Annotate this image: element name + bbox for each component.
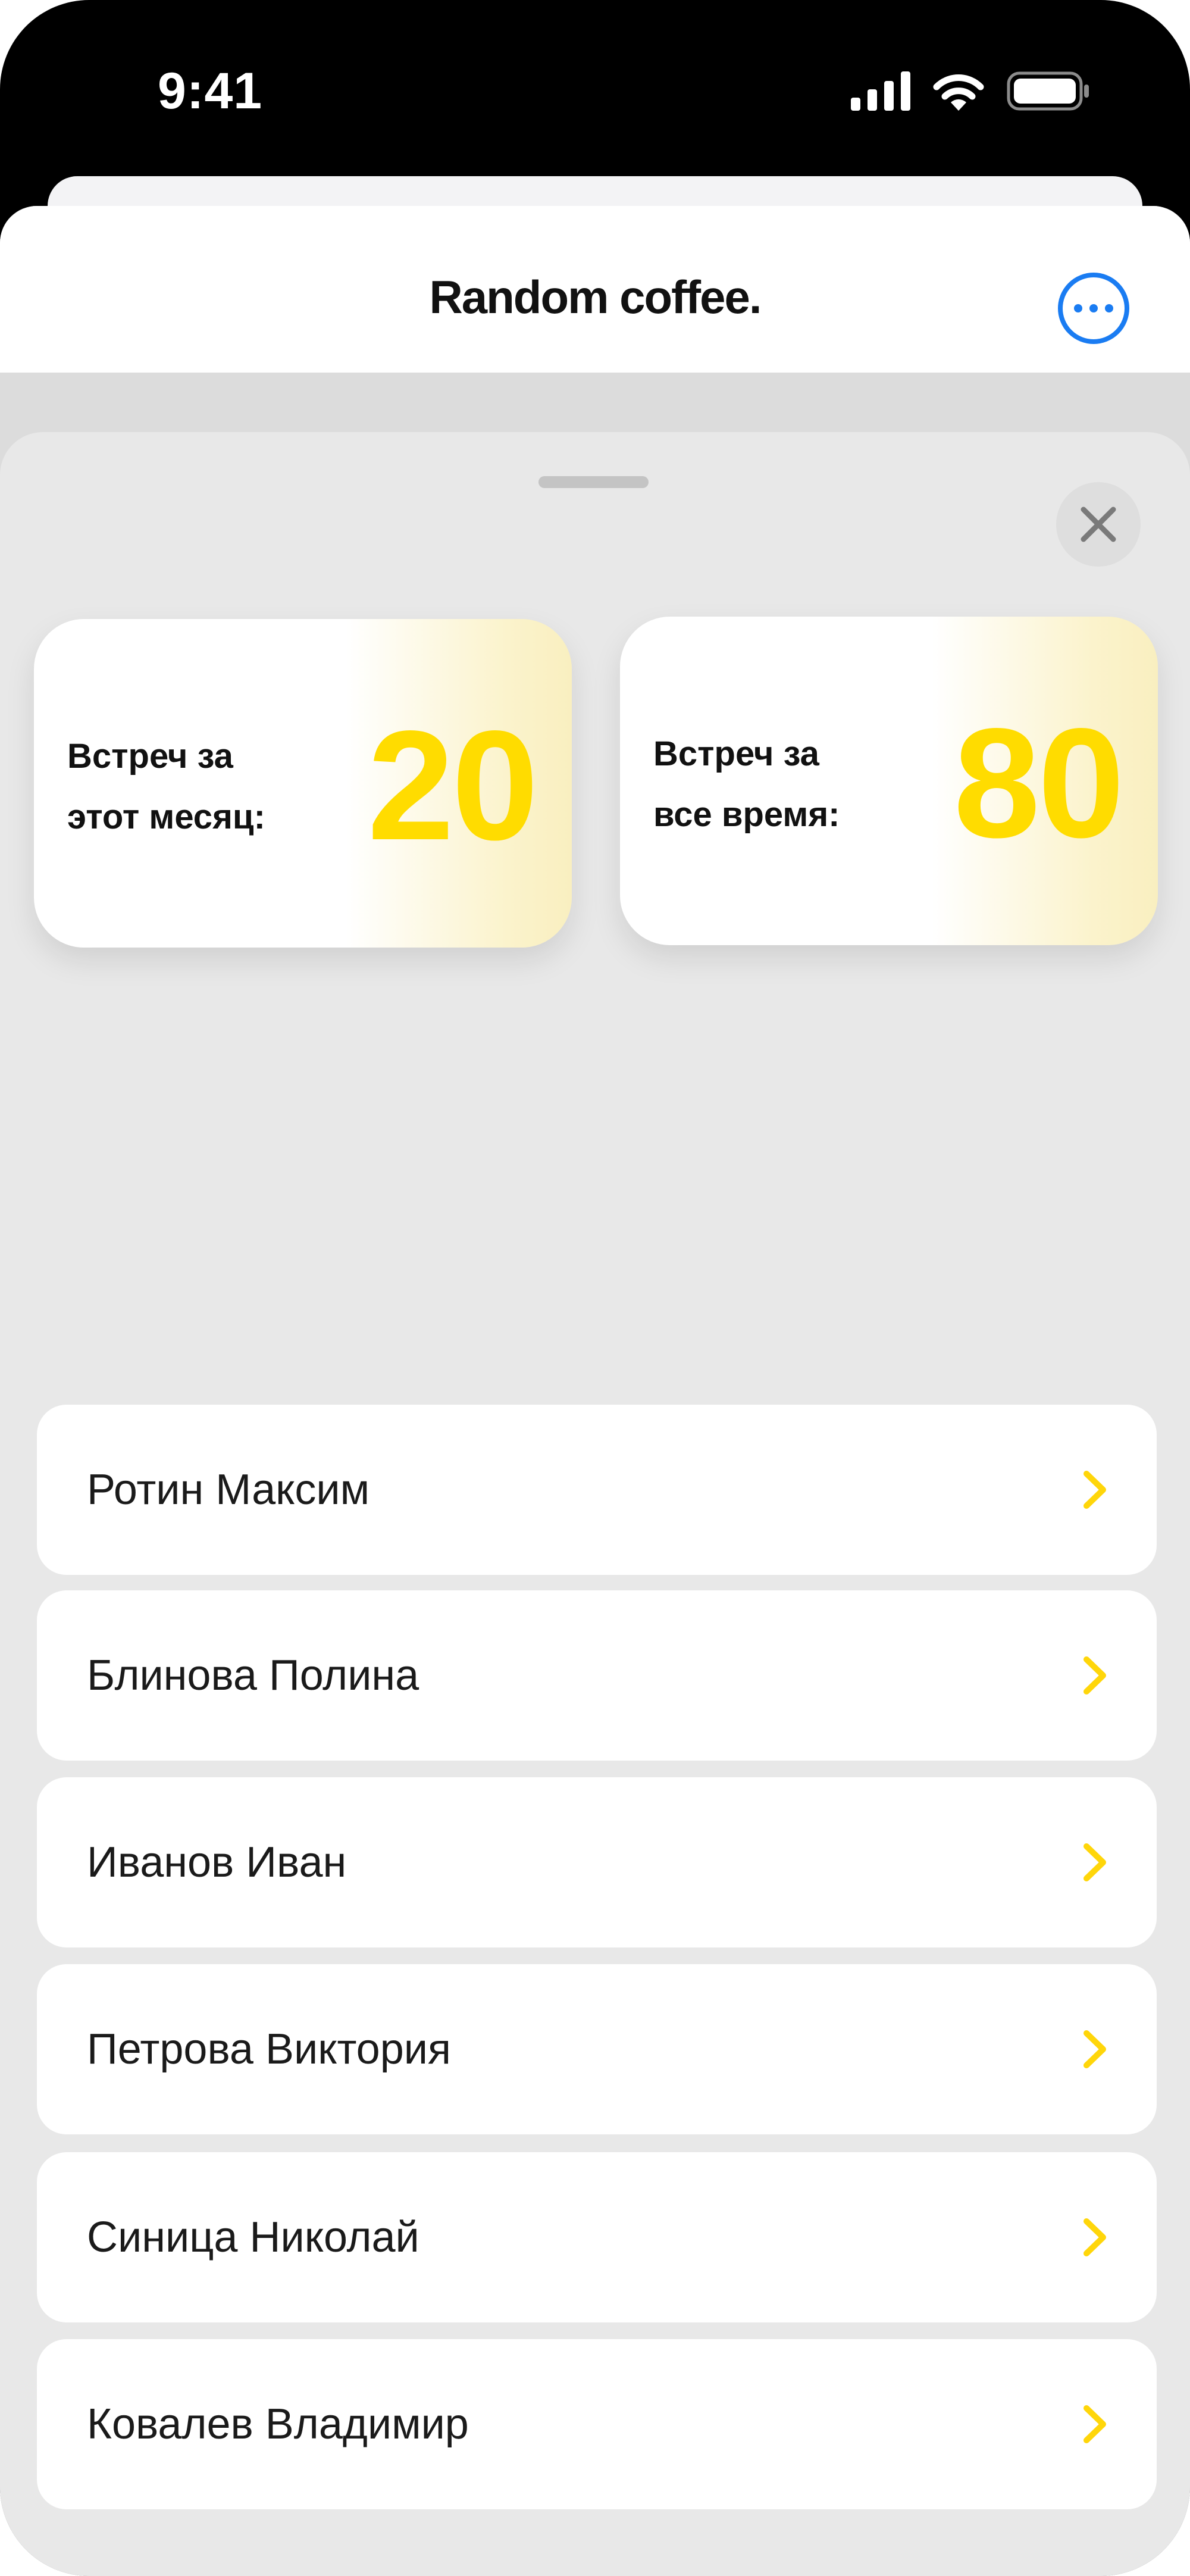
list-item[interactable]: Ротин Максим bbox=[37, 1405, 1157, 1575]
ellipsis-dot bbox=[1089, 304, 1098, 312]
person-name: Ковалев Владимир bbox=[87, 2400, 469, 2448]
cellular-signal-icon bbox=[851, 71, 910, 111]
page-title: Random coffee. bbox=[429, 271, 762, 323]
stat-card-month: Встреч за этот месяц: 20 bbox=[34, 619, 572, 948]
person-name: Петрова Виктория bbox=[87, 2025, 451, 2073]
battery-icon bbox=[1007, 71, 1089, 111]
main-sheet: Random coffee. Встреч за этот месяц: 20 bbox=[0, 206, 1190, 2576]
phone-screen: 9:41 Random coffee. Встреч за этот месяц… bbox=[0, 0, 1190, 2576]
navigation-bar: Random coffee. bbox=[0, 206, 1190, 373]
status-icons bbox=[851, 70, 1090, 112]
chevron-right-icon bbox=[1083, 1843, 1106, 1881]
stat-label-line: этот месяц: bbox=[67, 798, 265, 836]
status-time: 9:41 bbox=[158, 62, 263, 120]
stat-value: 80 bbox=[953, 696, 1125, 870]
chevron-right-icon bbox=[1083, 2218, 1106, 2256]
close-x-icon bbox=[1081, 507, 1116, 542]
chevron-right-icon bbox=[1083, 1471, 1106, 1509]
wifi-icon bbox=[933, 74, 984, 111]
more-button[interactable] bbox=[1058, 273, 1129, 344]
ellipsis-dot bbox=[1105, 304, 1113, 312]
stat-label: Встреч за этот месяц: bbox=[67, 726, 317, 848]
list-item[interactable]: Ковалев Владимир bbox=[37, 2339, 1157, 2509]
person-name: Ротин Максим bbox=[87, 1466, 370, 1514]
chevron-right-icon bbox=[1083, 2030, 1106, 2068]
sheet-grabber-handle[interactable] bbox=[538, 476, 649, 488]
stats-modal: Встреч за этот месяц: 20 Встреч за все в… bbox=[0, 432, 1190, 2576]
person-name: Синица Николай bbox=[87, 2214, 419, 2261]
stat-label-line: все время: bbox=[653, 795, 840, 834]
status-bar: 9:41 bbox=[0, 0, 1190, 179]
stat-label-line: Встреч за bbox=[653, 734, 819, 773]
chevron-right-icon bbox=[1083, 2405, 1106, 2443]
person-name: Иванов Иван bbox=[87, 1839, 347, 1886]
list-item[interactable]: Синица Николай bbox=[37, 2152, 1157, 2322]
chevron-right-icon bbox=[1083, 1656, 1106, 1695]
stat-value: 20 bbox=[367, 698, 538, 873]
person-name: Блинова Полина bbox=[87, 1652, 419, 1699]
ellipsis-circle-icon bbox=[1074, 304, 1082, 312]
list-item[interactable]: Петрова Виктория bbox=[37, 1964, 1157, 2134]
stat-card-all-time: Встреч за все время: 80 bbox=[620, 617, 1158, 945]
stat-label: Встреч за все время: bbox=[653, 724, 903, 845]
list-item[interactable]: Блинова Полина bbox=[37, 1590, 1157, 1761]
list-item[interactable]: Иванов Иван bbox=[37, 1777, 1157, 1947]
stat-label-line: Встреч за bbox=[67, 737, 233, 776]
close-button[interactable] bbox=[1056, 482, 1141, 567]
